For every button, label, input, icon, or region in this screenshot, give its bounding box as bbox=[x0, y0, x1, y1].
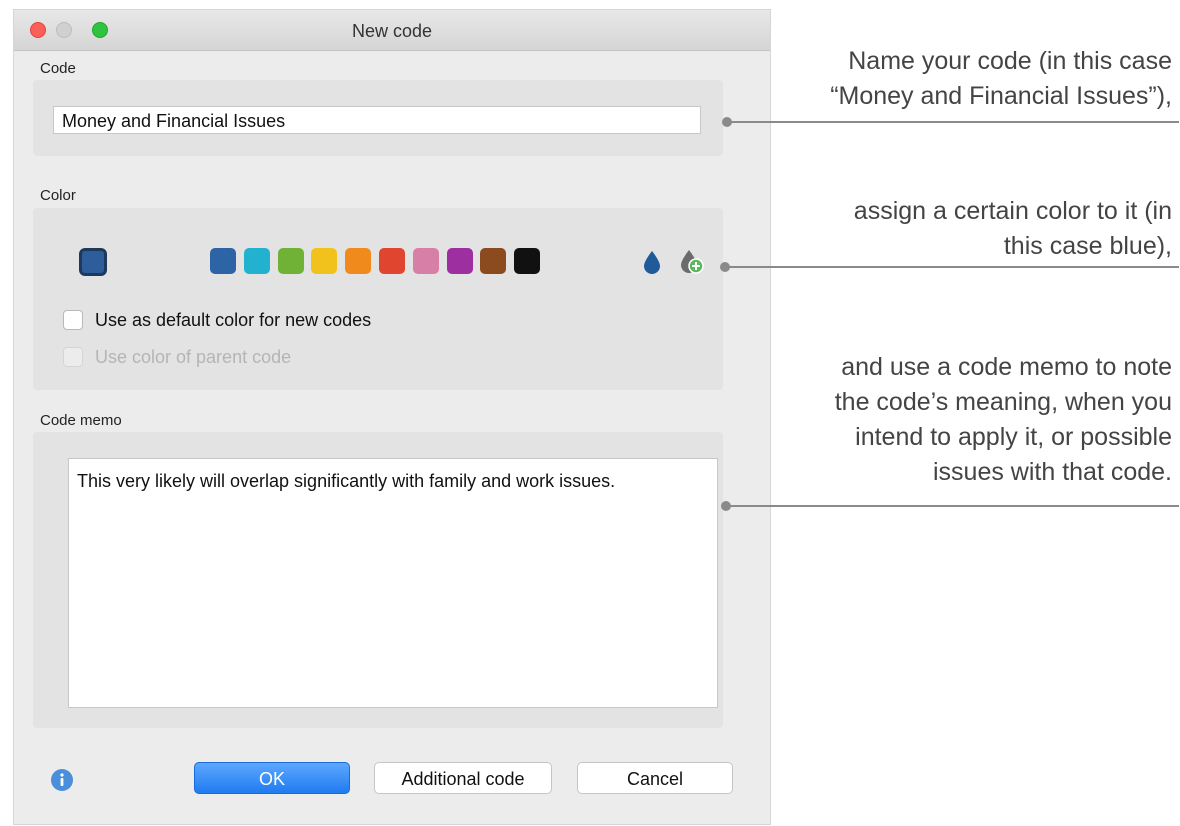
selected-color-swatch[interactable] bbox=[79, 248, 107, 276]
code-name-input[interactable]: Money and Financial Issues bbox=[53, 106, 701, 134]
color-swatch[interactable] bbox=[311, 248, 338, 274]
annotation-color-line-1: assign a certain color to it (in bbox=[853, 197, 1172, 225]
color-swatch[interactable] bbox=[210, 248, 236, 274]
color-swatch[interactable] bbox=[480, 248, 507, 274]
annotation-memo: and use a code memo to note the code’s m… bbox=[835, 350, 1172, 490]
ok-button[interactable]: OK bbox=[194, 762, 350, 794]
color-swatch[interactable] bbox=[243, 248, 270, 274]
additional-code-button[interactable]: Additional code bbox=[374, 762, 552, 794]
annotation-code-name-line-2: “Money and Financial Issues”), bbox=[830, 82, 1172, 110]
annotation-color-line-2: this case blue), bbox=[1003, 232, 1172, 260]
color-swatch[interactable] bbox=[514, 248, 541, 274]
color-swatch[interactable] bbox=[446, 248, 473, 274]
annotation-code-name-line-1: Name your code (in this case bbox=[848, 47, 1172, 75]
color-label: Color bbox=[40, 187, 76, 204]
title-bar: New code bbox=[14, 10, 770, 51]
color-swatch[interactable] bbox=[379, 248, 405, 274]
code-memo-label: Code memo bbox=[40, 412, 122, 429]
annotation-memo-line-2: the code’s meaning, when you bbox=[834, 388, 1172, 416]
parent-color-checkbox-label: Use color of parent code bbox=[95, 347, 292, 367]
annotation-memo-line-4: issues with that code. bbox=[932, 458, 1172, 486]
default-color-checkbox-label: Use as default color for new codes bbox=[95, 310, 372, 330]
code-memo-textarea[interactable]: This very likely will overlap significan… bbox=[68, 458, 718, 708]
color-drop-icon[interactable] bbox=[640, 248, 664, 276]
annotation-code-name: Name your code (in this case “Money and … bbox=[830, 44, 1172, 114]
code-label: Code bbox=[40, 60, 76, 77]
leader-line-code bbox=[727, 121, 1179, 123]
color-swatch[interactable] bbox=[412, 248, 439, 274]
leader-line-memo bbox=[726, 505, 1179, 507]
annotation-memo-line-1: and use a code memo to note bbox=[841, 353, 1172, 381]
cancel-button[interactable]: Cancel bbox=[577, 762, 733, 794]
info-icon[interactable] bbox=[50, 768, 74, 792]
color-swatch[interactable] bbox=[277, 248, 304, 274]
default-color-checkbox[interactable] bbox=[63, 310, 83, 330]
parent-color-checkbox bbox=[63, 347, 83, 367]
leader-line-color bbox=[725, 266, 1179, 268]
annotation-memo-line-3: intend to apply it, or possible bbox=[855, 423, 1172, 451]
add-custom-color-icon[interactable] bbox=[677, 246, 707, 276]
window-title: New code bbox=[351, 21, 433, 41]
annotation-color: assign a certain color to it (in this ca… bbox=[854, 194, 1172, 264]
color-swatch[interactable] bbox=[345, 248, 372, 274]
